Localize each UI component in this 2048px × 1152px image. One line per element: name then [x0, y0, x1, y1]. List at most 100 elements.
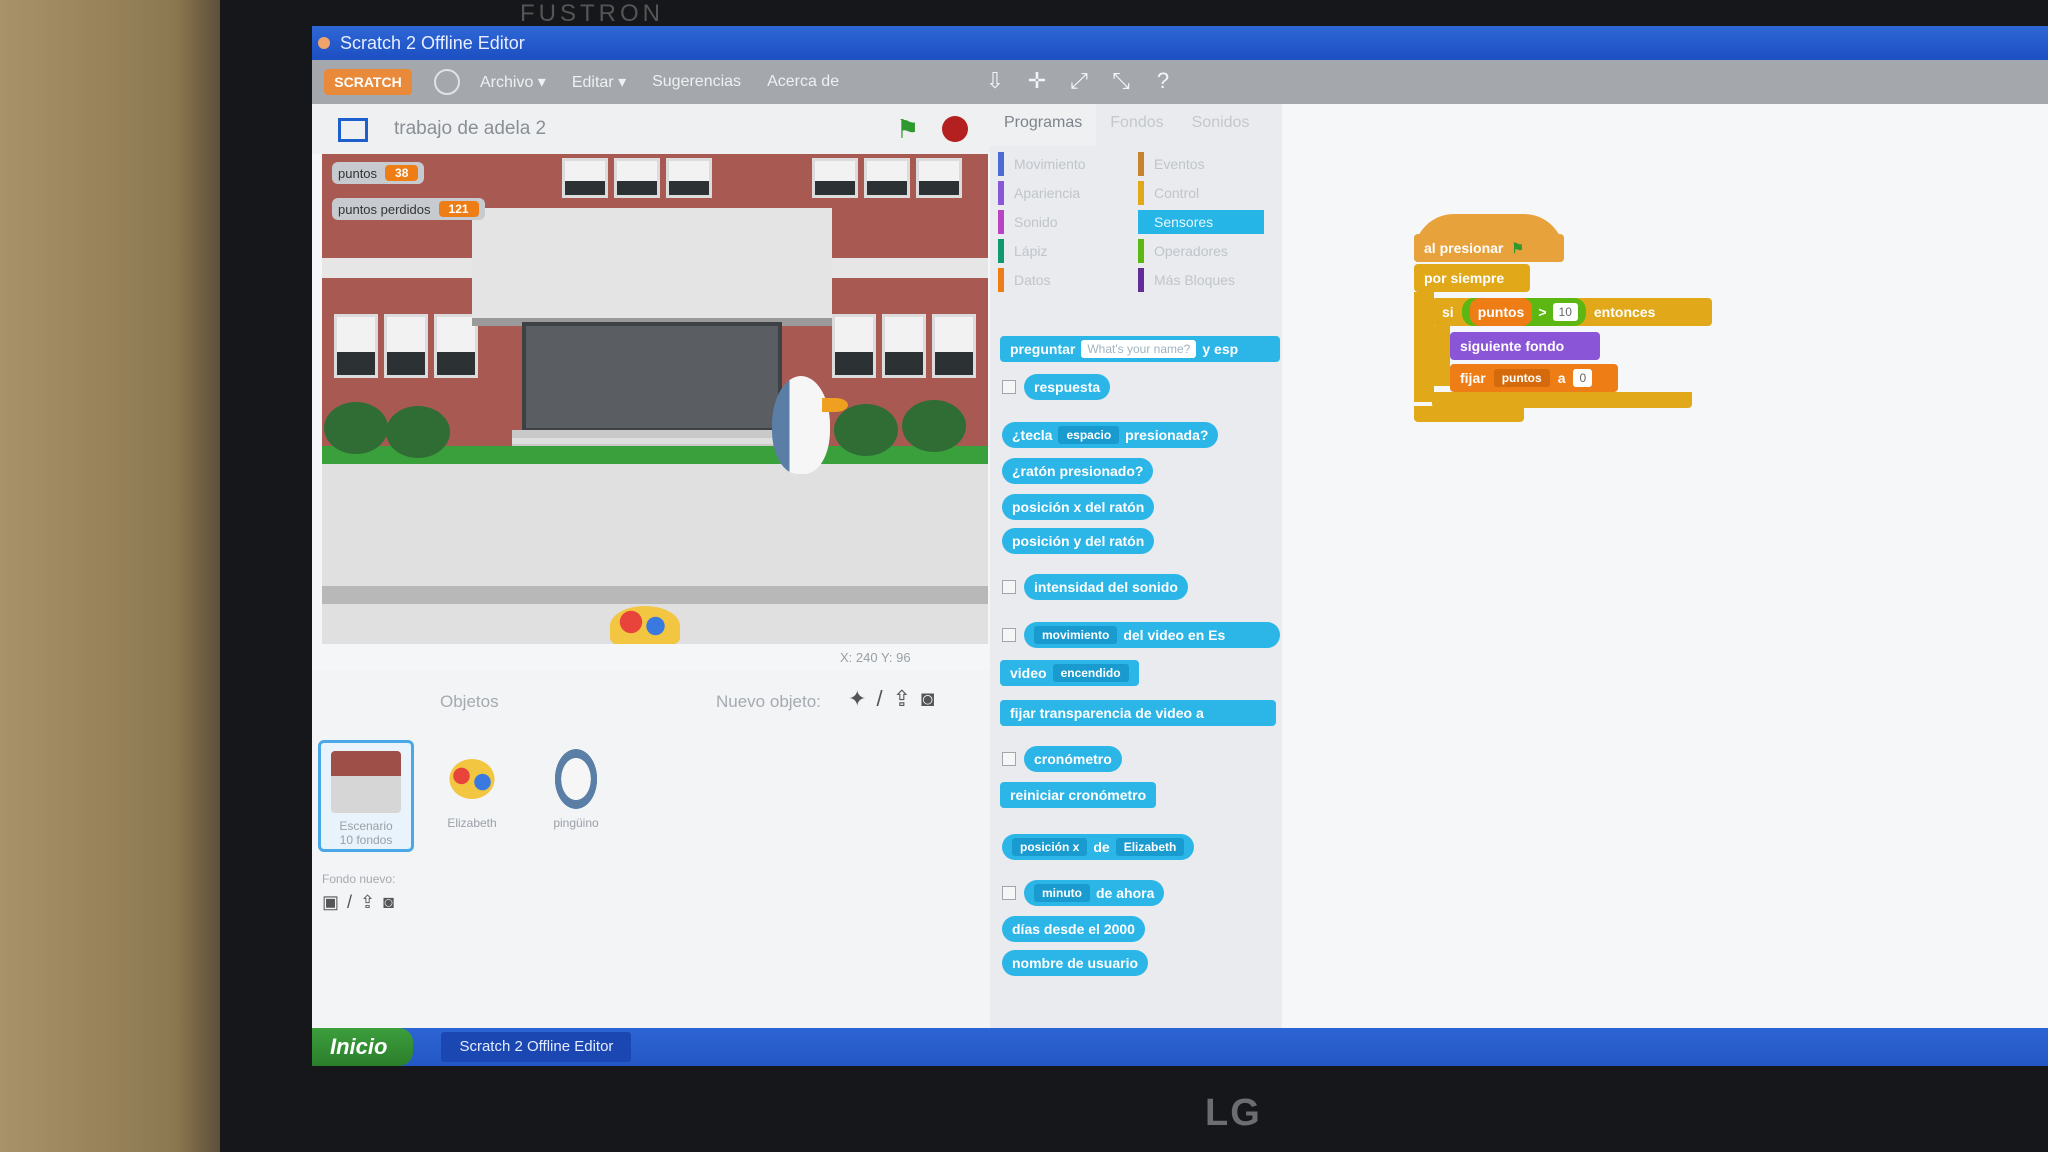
window [562, 158, 608, 198]
script-fijar-variable[interactable]: fijar puntos a 0 [1450, 364, 1618, 392]
block-cronometro[interactable]: cronómetro [1024, 746, 1122, 772]
menu-sugerencias[interactable]: Sugerencias [652, 73, 741, 91]
scratch-logo[interactable]: SCRATCH [324, 69, 412, 95]
menu-editar[interactable]: Editar ▾ [572, 72, 626, 92]
camera-icon[interactable]: ◙ [921, 686, 934, 712]
taskbar: Inicio Scratch 2 Offline Editor [312, 1028, 2048, 1066]
penguin-sprite[interactable] [772, 376, 830, 474]
help-icon[interactable]: ? [1150, 68, 1176, 94]
backdrop-library-icon[interactable]: ▣ [322, 892, 339, 913]
stage-tile-sub: 10 fondos [339, 833, 393, 847]
taskbar-app-scratch[interactable]: Scratch 2 Offline Editor [441, 1032, 632, 1062]
block-tecla-presionada[interactable]: ¿tecla espacio presionada? [1002, 422, 1219, 448]
block-posicion-x-raton[interactable]: posición x del ratón [1002, 494, 1155, 520]
operator-greater-than[interactable]: puntos > 10 [1461, 298, 1586, 326]
block-preguntar[interactable]: preguntar What's your name? y esp [1000, 336, 1280, 362]
block-respuesta[interactable]: respuesta [1024, 374, 1111, 400]
category-mas-bloques[interactable]: Más Bloques [1138, 268, 1264, 292]
block-fijar-transparencia[interactable]: fijar transparencia de video a [1000, 700, 1276, 726]
category-lapiz[interactable]: Lápiz [998, 239, 1124, 263]
tab-programas[interactable]: Programas [990, 104, 1097, 146]
scripts-canvas[interactable]: al presionar ⚑ por siempre si puntos > 1… [1282, 104, 2048, 1066]
block-movimiento-video[interactable]: movimiento del video en Es [1024, 622, 1280, 648]
camera-backdrop-icon[interactable]: ◙ [383, 892, 394, 913]
paint-brush-icon[interactable]: / [876, 686, 882, 712]
window [334, 314, 378, 378]
block-de-ahora[interactable]: minuto de ahora [1024, 880, 1165, 906]
monitor-checkbox[interactable] [1002, 752, 1016, 766]
tab-fondos[interactable]: Fondos [1096, 104, 1177, 146]
block-dropdown[interactable]: movimiento [1034, 626, 1118, 644]
block-text: al presionar [1424, 240, 1504, 256]
monitor-checkbox[interactable] [1002, 628, 1016, 642]
bush [834, 404, 898, 456]
presentation-mode-icon[interactable] [338, 118, 368, 142]
elizabeth-thumbnail [437, 748, 507, 810]
block-input[interactable]: What's your name? [1081, 340, 1197, 358]
stop-sign-icon[interactable] [942, 116, 968, 142]
block-nombre-usuario[interactable]: nombre de usuario [1002, 950, 1149, 976]
category-control[interactable]: Control [1138, 181, 1264, 205]
block-reiniciar-cronometro[interactable]: reiniciar cronómetro [1000, 782, 1157, 808]
variable-monitor-puntos[interactable]: puntos 38 [332, 162, 425, 184]
block-text: presionada? [1125, 427, 1209, 443]
category-apariencia[interactable]: Apariencia [998, 181, 1124, 205]
value-input[interactable]: 0 [1573, 369, 1593, 387]
tab-sonidos[interactable]: Sonidos [1178, 104, 1264, 146]
sprite-tile-elizabeth[interactable]: Elizabeth [424, 740, 520, 852]
category-sensores[interactable]: Sensores [1138, 210, 1264, 234]
block-raton-presionado[interactable]: ¿ratón presionado? [1002, 458, 1154, 484]
block-posicion-y-raton[interactable]: posición y del ratón [1002, 528, 1155, 554]
green-flag-icon[interactable]: ⚑ [896, 114, 919, 145]
grow-icon[interactable]: ⤢ [1066, 68, 1092, 94]
monitor-checkbox[interactable] [1002, 380, 1016, 394]
penguin-beak [822, 398, 848, 412]
category-movimiento[interactable]: Movimiento [998, 152, 1124, 176]
menu-archivo[interactable]: Archivo ▾ [480, 72, 546, 92]
category-operadores[interactable]: Operadores [1138, 239, 1264, 263]
elizabeth-sprite[interactable] [610, 606, 680, 644]
category-datos[interactable]: Datos [998, 268, 1124, 292]
paint-backdrop-icon[interactable]: / [347, 892, 352, 913]
script-por-siempre[interactable]: por siempre [1414, 264, 1530, 292]
green-flag-icon: ⚑ [1511, 240, 1524, 256]
variable-monitor-puntos-perdidos[interactable]: puntos perdidos 121 [332, 198, 485, 220]
monitor-checkbox[interactable] [1002, 886, 1016, 900]
shrink-icon[interactable]: ⤡ [1108, 68, 1134, 94]
stage[interactable]: puntos 38 puntos perdidos 121 [322, 154, 988, 644]
monitor-checkbox[interactable] [1002, 580, 1016, 594]
block-dropdown[interactable]: posición x [1012, 838, 1088, 856]
block-video[interactable]: video encendido [1000, 660, 1139, 686]
block-dropdown[interactable]: espacio [1058, 426, 1120, 444]
duplicate-stamp-icon[interactable]: ⇩ [982, 68, 1008, 94]
sprite-tile-pinguino[interactable]: pingüino [528, 740, 624, 852]
upload-backdrop-icon[interactable]: ⇪ [360, 892, 375, 913]
block-dropdown[interactable]: minuto [1034, 884, 1090, 902]
category-sonido[interactable]: Sonido [998, 210, 1124, 234]
category-eventos[interactable]: Eventos [1138, 152, 1264, 176]
language-globe-icon[interactable] [434, 69, 460, 95]
block-dropdown[interactable]: encendido [1052, 664, 1129, 682]
variable-reporter[interactable]: puntos [1469, 298, 1533, 326]
menu-acerca-de[interactable]: Acerca de [767, 73, 839, 91]
block-intensidad-sonido[interactable]: intensidad del sonido [1024, 574, 1188, 600]
block-dias-desde-2000[interactable]: días desde el 2000 [1002, 916, 1145, 942]
editing-tools: ⇩ ✛ ⤢ ⤡ ? [982, 68, 1176, 94]
script-si-entonces[interactable]: si puntos > 10 entonces [1432, 298, 1712, 326]
monitor-value: 121 [438, 201, 479, 217]
block-de[interactable]: posición x de Elizabeth [1002, 834, 1195, 860]
block-dropdown[interactable]: puntos [1493, 369, 1550, 387]
new-sprite-tools: ✦ / ⇪ ◙ [848, 686, 934, 712]
mouse-coordinates: X: 240 Y: 96 [840, 650, 911, 665]
sprite-library-icon[interactable]: ✦ [848, 686, 866, 712]
project-title-field[interactable]: trabajo de adela 2 [394, 118, 546, 140]
start-button[interactable]: Inicio [312, 1028, 414, 1066]
number-input[interactable]: 10 [1552, 303, 1578, 321]
upload-icon[interactable]: ⇪ [893, 686, 911, 712]
script-siguiente-fondo[interactable]: siguiente fondo [1450, 332, 1600, 360]
block-text: fijar [1460, 370, 1486, 386]
script-al-presionar[interactable]: al presionar ⚑ [1414, 234, 1564, 262]
stage-tile[interactable]: Escenario 10 fondos [318, 740, 414, 852]
delete-cut-icon[interactable]: ✛ [1024, 68, 1050, 94]
block-dropdown[interactable]: Elizabeth [1115, 838, 1185, 856]
